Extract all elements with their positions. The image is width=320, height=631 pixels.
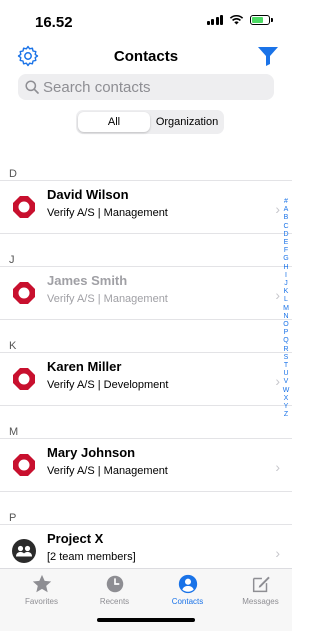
tab-label: Recents [99, 597, 130, 606]
page-title: Contacts [113, 48, 179, 65]
section-letter: K [9, 340, 17, 352]
index-letter[interactable]: T [284, 362, 288, 370]
index-letter[interactable]: G [283, 255, 288, 263]
tab-recents[interactable]: Recents [78, 573, 151, 606]
contact-name: Mary Johnson [47, 445, 136, 460]
segment-organization[interactable]: Organization [152, 112, 222, 132]
company-logo-icon [13, 282, 35, 304]
contact-name: James Smith [47, 273, 128, 288]
index-letter[interactable]: N [283, 313, 288, 321]
index-letter[interactable]: F [284, 247, 288, 255]
index-letter[interactable]: P [284, 329, 289, 337]
index-letter[interactable]: M [283, 305, 289, 313]
company-logo-icon [13, 368, 35, 390]
segment-all[interactable]: All [78, 112, 150, 132]
contact-company: Verify A/S | Management [47, 465, 168, 477]
tab-contacts[interactable]: Contacts [151, 573, 224, 606]
index-letter[interactable]: I [285, 272, 287, 280]
clock-icon [106, 575, 123, 593]
tab-label: Favorites [25, 597, 58, 606]
tab-messages[interactable]: Messages [224, 573, 297, 606]
index-letter[interactable]: U [283, 370, 288, 378]
search-bar[interactable] [18, 74, 274, 100]
section-header: K [0, 320, 292, 352]
filter-icon[interactable] [256, 44, 280, 68]
index-letter[interactable]: K [284, 288, 289, 296]
section-letter: M [9, 426, 19, 438]
nav-bar: Contacts [0, 40, 292, 74]
index-letter[interactable]: # [284, 198, 288, 206]
contact-company: Verify A/S | Management [47, 207, 168, 219]
section-header: P [0, 492, 292, 524]
contact-company: Verify A/S | Development [47, 379, 169, 391]
index-letter[interactable]: B [284, 214, 289, 222]
list-item[interactable]: Mary Johnson Verify A/S | Management › [0, 438, 292, 492]
section-letter: J [9, 254, 15, 266]
index-letter[interactable]: H [283, 264, 288, 272]
chevron-right-icon: › [275, 459, 280, 475]
index-letter[interactable]: R [283, 346, 288, 354]
star-icon [32, 574, 51, 593]
signal-icon [206, 14, 223, 25]
section-header: J [0, 234, 292, 266]
index-letter[interactable]: S [284, 354, 289, 362]
contact-company: Verify A/S | Management [47, 293, 168, 305]
home-indicator [97, 618, 195, 622]
index-letter[interactable]: C [283, 223, 288, 231]
contact-list: D David Wilson Verify A/S | Management ›… [0, 148, 292, 578]
tab-label: Contacts [171, 597, 204, 606]
company-logo-icon [13, 196, 35, 218]
battery-icon [250, 14, 273, 25]
contact-name: Project X [47, 531, 104, 546]
wifi-icon [229, 14, 244, 25]
alphabet-index[interactable]: # A B C D E F G H I J K L M N O P Q R S T U V W X Y Z [280, 198, 292, 419]
index-letter[interactable]: A [284, 206, 289, 214]
index-letter[interactable]: Z [284, 411, 288, 419]
index-letter[interactable]: L [284, 296, 288, 304]
segmented-control: All Organization [76, 110, 224, 134]
index-letter[interactable]: X [284, 395, 289, 403]
section-header: D [0, 148, 292, 180]
status-time: 16.52 [35, 14, 73, 31]
search-icon [25, 80, 39, 94]
index-letter[interactable]: D [283, 231, 288, 239]
index-letter[interactable]: V [284, 378, 289, 386]
index-letter[interactable]: Q [283, 337, 288, 345]
tab-favorites[interactable]: Favorites [5, 573, 78, 606]
index-letter[interactable]: J [284, 280, 288, 288]
section-letter: P [9, 512, 17, 524]
contact-company: [2 team members] [47, 551, 136, 563]
person-icon [178, 574, 197, 594]
index-letter[interactable]: E [284, 239, 289, 247]
chevron-right-icon: › [275, 545, 280, 561]
index-letter[interactable]: W [283, 387, 290, 395]
status-bar: 16.52 [0, 0, 292, 36]
list-item[interactable]: James Smith Verify A/S | Management › [0, 266, 292, 320]
list-item[interactable]: Karen Miller Verify A/S | Development › [0, 352, 292, 406]
section-letter: D [9, 168, 17, 180]
tab-label: Messages [242, 597, 279, 606]
compose-icon [252, 576, 270, 593]
index-letter[interactable]: Y [284, 403, 289, 411]
index-letter[interactable]: O [283, 321, 288, 329]
search-input[interactable] [43, 78, 263, 96]
company-logo-icon [13, 454, 35, 476]
section-header: M [0, 406, 292, 438]
list-item[interactable]: David Wilson Verify A/S | Management › [0, 180, 292, 234]
team-icon [12, 539, 36, 563]
contact-name: David Wilson [47, 187, 129, 202]
contact-name: Karen Miller [47, 359, 122, 374]
status-icons [206, 14, 273, 25]
